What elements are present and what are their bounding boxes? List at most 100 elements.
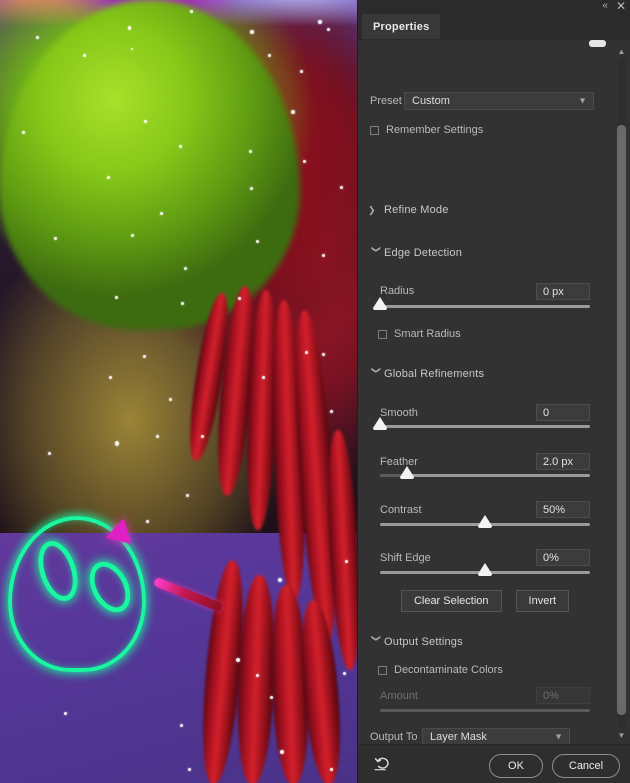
chevron-down-icon[interactable]: ❯ — [371, 245, 382, 261]
scrollbar-thumb[interactable] — [617, 125, 626, 715]
photo-speck — [327, 28, 330, 31]
shift-edge-value-field[interactable]: 0% — [536, 549, 590, 566]
feather-value-field[interactable]: 2.0 px — [536, 453, 590, 470]
section-output-settings[interactable]: ❯ Output Settings — [358, 634, 612, 650]
checkbox-box[interactable] — [378, 665, 387, 675]
section-global-refinements[interactable]: ❯ Global Refinements — [358, 366, 612, 382]
chevron-down-icon: ▼ — [578, 95, 587, 106]
photo-speck — [330, 768, 333, 771]
preset-value: Custom — [412, 95, 450, 107]
amount-label: Amount — [380, 690, 418, 702]
decontaminate-colors-label: Decontaminate Colors — [394, 664, 503, 676]
photoshop-select-and-mask-screen: « ✕ Properties ▲ ▼ Preset Custom ▼ Remem… — [0, 0, 630, 783]
photo-speck — [300, 70, 303, 73]
contrast-slider-track[interactable] — [380, 515, 590, 528]
cancel-button[interactable]: Cancel — [552, 754, 620, 778]
scroll-up-icon[interactable]: ▲ — [615, 45, 628, 57]
photo-speck — [201, 435, 204, 438]
photo-speck — [64, 712, 67, 715]
chevron-down-icon[interactable]: ❯ — [371, 366, 382, 382]
photo-speck — [345, 560, 348, 563]
smooth-value: 0 — [543, 406, 550, 419]
photo-speck — [278, 578, 282, 582]
photo-speck — [262, 376, 265, 379]
contrast-value: 50% — [543, 503, 566, 516]
decontaminate-colors-checkbox[interactable]: Decontaminate Colors — [378, 664, 503, 676]
feather-slider-knob[interactable] — [400, 466, 415, 479]
image-canvas[interactable] — [0, 0, 360, 783]
photo-speck — [109, 376, 112, 379]
panel-scrollbar[interactable]: ▲ ▼ — [615, 45, 628, 741]
clear-selection-button[interactable]: Clear Selection — [400, 590, 502, 612]
photo-speck — [144, 120, 147, 123]
smart-radius-label: Smart Radius — [394, 328, 461, 340]
decontaminate-colors-row[interactable]: Decontaminate Colors — [358, 664, 612, 678]
ok-label: OK — [508, 760, 524, 772]
photo-speck — [156, 435, 159, 438]
invert-label: Invert — [528, 595, 557, 607]
checkbox-box[interactable] — [378, 329, 387, 339]
collapse-panel-icon[interactable]: « — [602, 1, 608, 11]
properties-panel: « ✕ Properties ▲ ▼ Preset Custom ▼ Remem… — [357, 0, 630, 783]
photo-speck — [188, 768, 191, 771]
panel-tab-bar: Properties — [358, 14, 630, 39]
photo-speck — [330, 410, 333, 413]
amount-value: 0% — [543, 689, 559, 702]
radius-slider-track[interactable] — [373, 297, 590, 310]
smooth-slider-track[interactable] — [373, 417, 590, 430]
ok-button[interactable]: OK — [489, 754, 543, 778]
photo-speck — [256, 674, 259, 677]
feather-slider-track[interactable] — [380, 466, 590, 479]
radius-value-field[interactable]: 0 px — [536, 283, 590, 300]
section-refine-mode[interactable]: ❯ Refine Mode — [358, 204, 612, 216]
output-to-select[interactable]: Layer Mask ▼ — [422, 728, 570, 745]
smart-radius-checkbox[interactable]: Smart Radius — [378, 328, 461, 340]
tab-properties[interactable]: Properties — [362, 14, 441, 39]
radius-label: Radius — [380, 285, 415, 297]
photo-speck — [236, 658, 240, 662]
photo-speck — [291, 110, 295, 114]
photo-speck — [270, 696, 273, 699]
output-to-value: Layer Mask — [430, 731, 487, 743]
close-panel-icon[interactable]: ✕ — [616, 0, 626, 12]
radius-value: 0 px — [543, 285, 564, 298]
invert-button[interactable]: Invert — [515, 590, 570, 612]
smooth-slider-knob[interactable] — [373, 417, 387, 430]
photo-speck — [131, 234, 134, 237]
smart-radius-row[interactable]: Smart Radius — [358, 328, 612, 342]
radius-slider-knob[interactable] — [373, 297, 387, 310]
contrast-value-field[interactable]: 50% — [536, 501, 590, 518]
photo-speck — [249, 150, 252, 153]
checkbox-box[interactable] — [370, 125, 379, 135]
photo-speck — [318, 20, 322, 24]
photo-speck — [343, 672, 346, 675]
preset-label: Preset — [370, 95, 402, 107]
chevron-down-icon: ▼ — [554, 731, 563, 742]
section-global-refinements-label: Global Refinements — [384, 368, 485, 380]
reset-undo-icon[interactable] — [374, 756, 392, 772]
photo-speck — [48, 452, 51, 455]
photo-speck — [143, 355, 146, 358]
panel-content: Preset Custom ▼ Remember Settings ❯ Refi… — [358, 40, 612, 745]
chevron-down-icon[interactable]: ❯ — [371, 634, 382, 650]
remember-settings-checkbox[interactable]: Remember Settings — [370, 124, 483, 136]
panel-footer: OK Cancel — [358, 744, 630, 783]
photo-speck — [340, 186, 343, 189]
contrast-slider-knob[interactable] — [478, 515, 492, 528]
scroll-down-icon[interactable]: ▼ — [615, 729, 628, 741]
output-to-label: Output To — [370, 731, 418, 743]
photo-speck — [268, 54, 271, 57]
remember-settings-label: Remember Settings — [386, 124, 484, 136]
shift-edge-slider-knob[interactable] — [478, 563, 492, 576]
smooth-value-field[interactable]: 0 — [536, 404, 590, 421]
selection-buttons-row: Clear Selection Invert — [358, 590, 612, 612]
panel-title-bar: « ✕ — [358, 0, 630, 14]
section-edge-detection[interactable]: ❯ Edge Detection — [358, 245, 612, 261]
preset-select[interactable]: Custom ▼ — [404, 92, 594, 110]
cancel-label: Cancel — [568, 760, 604, 772]
shift-edge-slider-track[interactable] — [380, 563, 590, 576]
remember-settings-row[interactable]: Remember Settings — [358, 124, 612, 138]
photo-speck — [36, 36, 39, 39]
chevron-right-icon[interactable]: ❯ — [368, 205, 384, 216]
tab-properties-label: Properties — [373, 20, 430, 33]
